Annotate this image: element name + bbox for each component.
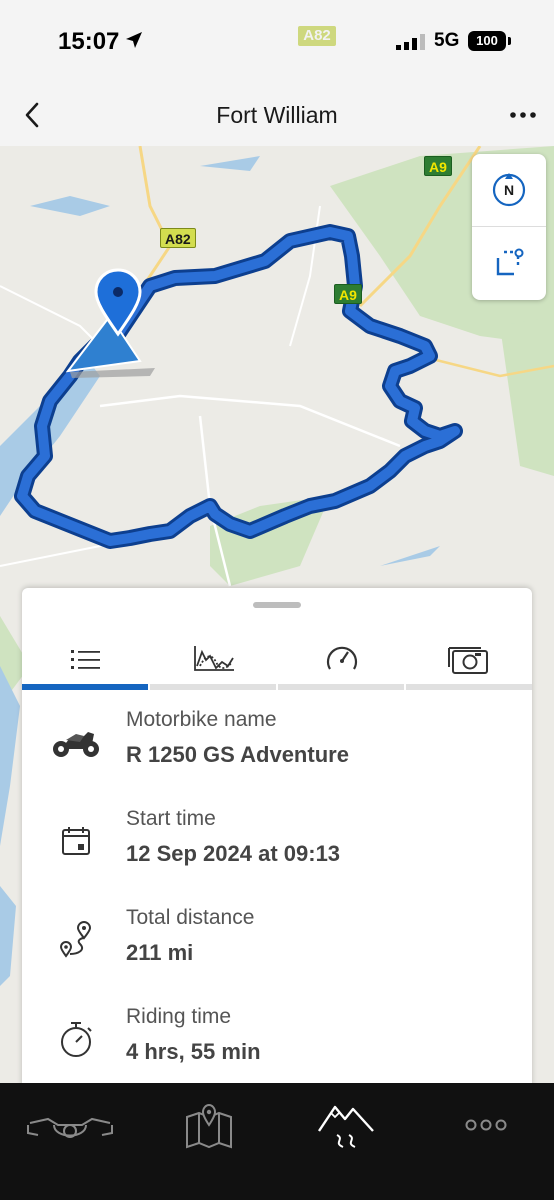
compass-button[interactable]: N bbox=[472, 154, 546, 226]
info-row-riding-time: Riding time 4 hrs, 55 min bbox=[22, 997, 532, 1095]
riding-time-label: Riding time bbox=[126, 1005, 232, 1028]
speedometer-icon bbox=[326, 646, 357, 670]
route-distance-icon bbox=[48, 918, 104, 962]
network-type: 5G bbox=[434, 30, 460, 51]
camera-icon bbox=[447, 647, 488, 674]
calendar-icon bbox=[48, 819, 104, 863]
road-label-a9-east: A9 bbox=[334, 284, 362, 304]
page-title: Fort William bbox=[216, 102, 338, 128]
more-dots-icon bbox=[465, 1119, 507, 1131]
motorbike-icon bbox=[48, 720, 104, 764]
motorbike-dashboard-icon bbox=[27, 1117, 113, 1138]
tab-details[interactable] bbox=[22, 628, 149, 690]
road-label-a82: A82 bbox=[160, 228, 196, 248]
info-row-motorbike: Motorbike name R 1250 GS Adventure bbox=[22, 700, 532, 798]
details-list-icon bbox=[70, 650, 100, 669]
start-time-label: Start time bbox=[126, 807, 216, 830]
sheet-drag-handle[interactable] bbox=[253, 602, 301, 608]
road-label-a9-north: A9 bbox=[424, 156, 452, 176]
detail-tabs bbox=[22, 628, 532, 690]
battery-tip bbox=[508, 37, 511, 45]
map-icon bbox=[186, 1103, 232, 1149]
elevation-chart-icon bbox=[193, 646, 234, 671]
more-options-button[interactable] bbox=[508, 100, 538, 130]
rides-mountain-icon bbox=[318, 1105, 374, 1148]
motorbike-label: Motorbike name bbox=[126, 708, 277, 731]
stopwatch-icon bbox=[48, 1017, 104, 1061]
battery-indicator: 100 bbox=[468, 31, 506, 51]
status-time: 15:07 bbox=[58, 28, 120, 55]
compass-north-icon: N bbox=[492, 173, 526, 207]
navigation-bar: Fort William bbox=[0, 90, 554, 146]
distance-value: 211 mi bbox=[126, 940, 194, 965]
nav-item-map[interactable] bbox=[178, 1095, 240, 1155]
bottom-navigation bbox=[0, 1083, 554, 1200]
location-arrow-icon bbox=[126, 32, 142, 48]
map-controls: N bbox=[472, 154, 546, 300]
nav-item-vehicle[interactable] bbox=[20, 1095, 120, 1155]
tab-photos[interactable] bbox=[405, 628, 532, 690]
tab-indicator-details bbox=[22, 684, 148, 690]
motorbike-value: R 1250 GS Adventure bbox=[126, 742, 349, 767]
nav-item-rides[interactable] bbox=[314, 1095, 378, 1155]
ride-details-sheet: Motorbike name R 1250 GS Adventure Start… bbox=[22, 588, 532, 1088]
svg-text:N: N bbox=[504, 182, 514, 198]
tab-speed[interactable] bbox=[278, 628, 405, 690]
distance-label: Total distance bbox=[126, 906, 255, 929]
select-area-icon bbox=[496, 248, 524, 276]
tab-indicator-speed bbox=[278, 684, 404, 690]
start-time-value: 12 Sep 2024 at 09:13 bbox=[126, 841, 341, 866]
tab-indicator-photos bbox=[406, 684, 532, 690]
signal-strength-icon bbox=[396, 34, 425, 50]
info-row-start-time: Start time 12 Sep 2024 at 09:13 bbox=[22, 799, 532, 897]
status-road-label: A82 bbox=[298, 26, 336, 46]
nav-item-more[interactable] bbox=[456, 1095, 516, 1155]
info-row-distance: Total distance 211 mi bbox=[22, 898, 532, 996]
tab-indicator-elevation bbox=[150, 684, 276, 690]
select-area-button[interactable] bbox=[472, 227, 546, 299]
status-bar: 15:07 A82 5G 100 bbox=[0, 0, 554, 90]
riding-time-value: 4 hrs, 55 min bbox=[126, 1039, 261, 1064]
tab-elevation[interactable] bbox=[150, 628, 277, 690]
